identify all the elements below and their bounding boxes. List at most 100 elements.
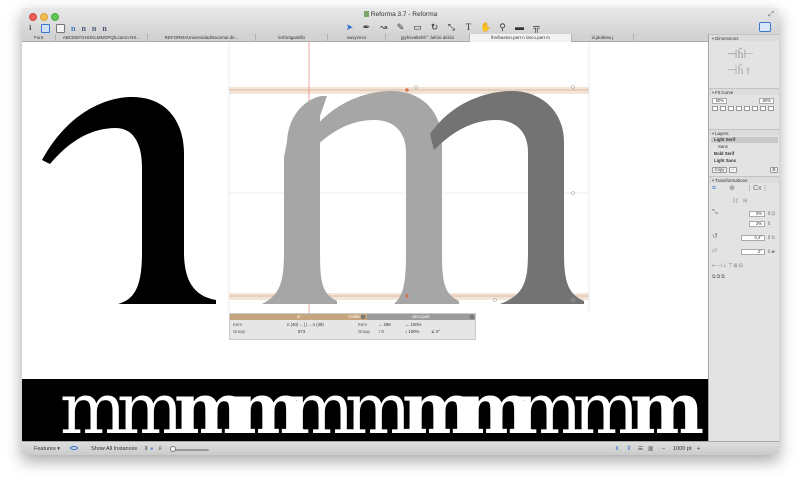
grid-view-button[interactable] <box>41 24 50 33</box>
disclosure-triangle-icon[interactable]: ▼ <box>711 177 715 184</box>
pen-tool-icon[interactable]: ✒ <box>361 22 372 33</box>
layer-row[interactable]: Light Sans <box>711 158 778 164</box>
scale-field[interactable]: 0% <box>749 211 765 217</box>
node-top[interactable] <box>405 88 409 92</box>
color-wheel-icon[interactable]: ◕ <box>150 445 153 453</box>
instances-stepper-icon[interactable]: ⇕ <box>144 445 149 453</box>
layer-row[interactable]: Light Serif <box>711 137 778 143</box>
layers-section[interactable]: ▼ Layers <box>709 129 779 136</box>
font-preview-icon[interactable]: F <box>159 445 162 453</box>
align-origin-icon[interactable]: ⌗ <box>712 185 716 193</box>
info-right-group-value[interactable]: ↕ 0 <box>378 329 384 335</box>
tab-baston-arco[interactable]: lhn/baston.part n /arco.part m <box>470 34 572 42</box>
fit-curve-section[interactable]: ▼ Fit Curve <box>709 88 779 95</box>
flip-horizontal-icon[interactable]: ⟦⟧ <box>733 197 738 205</box>
text-tool-icon[interactable]: T <box>463 22 474 33</box>
zoom-out-button[interactable]: − <box>662 445 665 453</box>
metrics-icon[interactable]: ⊻ <box>615 445 619 453</box>
slant-stepper-icon[interactable]: ⇕▰ <box>767 248 775 256</box>
info-kern-value[interactable]: n (40) ←| |→ n (48) <box>287 322 324 328</box>
zoom-tool-icon[interactable]: ⚲ <box>497 22 508 33</box>
rectangle-tool-icon[interactable]: ▭ <box>412 22 423 33</box>
knife-tool-icon[interactable]: ✎ <box>395 22 406 33</box>
tab-accents[interactable]: jgyhsvaltehhˆˆ àèìòù áéíóú <box>386 34 470 42</box>
tab-reforma[interactable]: REFORMAUniversidadNacional de... <box>148 34 256 42</box>
disclosure-triangle-icon[interactable]: ▼ <box>711 35 715 42</box>
disclosure-triangle-icon[interactable]: ▼ <box>711 89 715 96</box>
fit-curve-box[interactable] <box>744 106 750 111</box>
layer-settings-gear-icon[interactable]: ⚙ <box>770 167 778 173</box>
flip-vertical-icon[interactable]: ⊟ <box>743 197 747 205</box>
info-left-close-icon[interactable]: × <box>361 315 365 319</box>
slant-field[interactable]: 2° <box>741 249 765 255</box>
rotate-tool-icon[interactable]: ↻ <box>429 22 440 33</box>
arco-part-right-shape[interactable] <box>430 91 584 304</box>
scale-icon[interactable]: ⤡ <box>712 209 718 217</box>
preview-strip[interactable]: m m m m m m m m m m m <box>22 379 708 441</box>
center-origin-icon[interactable]: ⊕ <box>729 185 735 193</box>
disclosure-triangle-icon[interactable]: ▼ <box>711 130 715 137</box>
preview-size-slider-track[interactable] <box>175 449 209 451</box>
tab-dotless[interactable]: iii.jdotless.j <box>572 34 634 42</box>
fit-curve-box[interactable] <box>736 106 742 111</box>
rotate-icon[interactable]: ↺ <box>712 233 718 241</box>
measure-tool-icon[interactable]: ▬ <box>514 22 525 33</box>
node-bottom[interactable] <box>405 294 409 298</box>
align-tools-icon[interactable]: ⊢⊣⊥⊤⊞⊟ <box>712 262 744 270</box>
dimensions-section[interactable]: ▼ Dimensions <box>709 34 779 41</box>
preview-size-slider-knob[interactable] <box>170 446 176 452</box>
show-all-instances-label[interactable]: Show All Instances <box>91 445 137 453</box>
columns-icon[interactable]: ▥ <box>648 445 653 453</box>
curve-tool-icon[interactable]: ↝ <box>378 22 389 33</box>
list-view-button[interactable] <box>56 24 65 33</box>
distribute-icon[interactable]: ⋮Cx⋮ <box>746 185 769 193</box>
scale-stepper-icon[interactable]: ⇕⊡ <box>767 210 775 218</box>
remove-layer-button[interactable]: − <box>729 167 737 173</box>
arco-part-left-shape[interactable] <box>310 91 459 304</box>
glyph-view-button-4[interactable]: n <box>102 24 106 33</box>
rotate-stepper-icon[interactable]: ⇕↻ <box>767 234 775 242</box>
glyph-view-button-1[interactable]: n <box>71 24 75 33</box>
layer-row[interactable]: Bold Serif <box>711 151 778 157</box>
tab-uppercase[interactable]: ABCDEFGHIJKLMNOPQ/Lcaron RS... <box>56 34 148 42</box>
info-right-kern-value[interactable]: ↔ 298 <box>378 322 391 328</box>
features-menu[interactable]: Features ▾ <box>34 445 60 453</box>
tab-erfontgantillo[interactable]: /erfontgantillo <box>256 34 328 42</box>
fullscreen-icon[interactable]: ⤢ <box>768 11 774 19</box>
fit-curve-box[interactable] <box>712 106 718 111</box>
fit-curve-box[interactable] <box>768 106 774 111</box>
tab-vwxyz[interactable]: vwxyzezo <box>328 34 386 42</box>
fit-curve-min-field[interactable]: 60% <box>712 98 727 104</box>
sidebar-toggle-button[interactable] <box>759 22 771 32</box>
arrow-tool-icon[interactable]: ➤ <box>344 22 355 33</box>
anchor-tool-icon[interactable]: ╦ <box>531 22 542 33</box>
zoom-in-button[interactable]: + <box>697 445 700 453</box>
slant-icon[interactable]: ▱ <box>712 247 717 255</box>
info-angle[interactable]: ∠ 0° <box>431 329 440 335</box>
transformations-section[interactable]: ▼ Transformations <box>709 176 779 183</box>
tab-font[interactable]: Font <box>22 34 56 42</box>
hand-tool-icon[interactable]: ✋ <box>480 22 491 33</box>
fit-curve-max-field[interactable]: 80% <box>759 98 774 104</box>
kerning-icon[interactable]: ⊽ <box>627 445 631 453</box>
edit-canvas[interactable]: m Visible × arco.part × Kern n (40) ←| |… <box>22 42 708 441</box>
glyph-view-button-3[interactable]: n <box>92 24 96 33</box>
info-button[interactable]: ℹ <box>29 24 35 33</box>
layout-icon[interactable]: ☰ <box>638 445 643 453</box>
zoom-level[interactable]: 1000 pt <box>673 445 691 453</box>
eye-icon[interactable] <box>70 445 78 453</box>
scale-step-field[interactable]: 2% <box>749 221 765 227</box>
fit-curve-box[interactable] <box>760 106 766 111</box>
info-right-close-icon[interactable]: × <box>470 315 474 319</box>
layer-row[interactable]: Sans <box>711 144 778 150</box>
scale-tool-icon[interactable]: ⤡ <box>446 22 457 33</box>
fit-curve-box[interactable] <box>728 106 734 111</box>
scale-step-stepper-icon[interactable]: ⇕ <box>767 220 771 228</box>
fit-curve-box[interactable] <box>720 106 726 111</box>
copy-layer-button[interactable]: Copy <box>712 167 727 173</box>
info-scale-x[interactable]: ↔ 100% <box>405 322 421 328</box>
info-group-value[interactable]: 873 <box>298 329 305 335</box>
info-scale-y[interactable]: ↕ 100% <box>405 329 419 335</box>
glyph-n-black[interactable] <box>42 97 216 304</box>
boolean-ops-icon[interactable]: ⧉⧉⧉ <box>712 273 726 281</box>
